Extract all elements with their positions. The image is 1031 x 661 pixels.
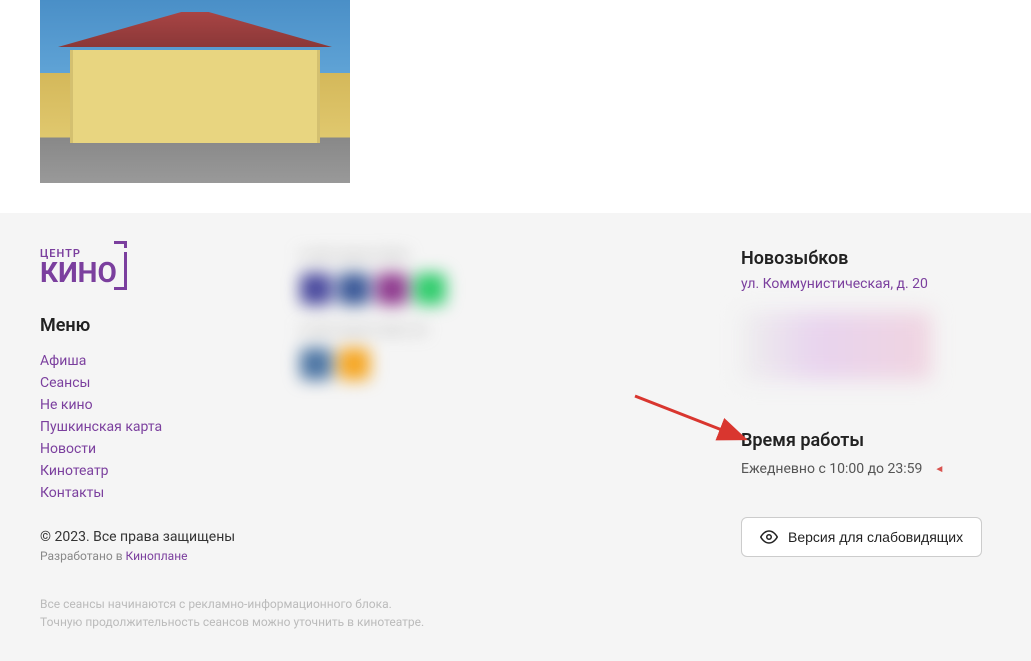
eye-icon [760, 528, 778, 546]
menu-item-seances[interactable]: Сеансы [40, 375, 90, 391]
annotation-mark-icon: ◄ [934, 464, 944, 475]
logo-main-text: КИНО [40, 259, 117, 287]
cinema-building-image [40, 0, 350, 183]
blurred-contact [741, 312, 931, 380]
blurred-social-2: Lorem ipsum dolor sit [300, 323, 560, 380]
hours-title: Время работы [741, 430, 991, 451]
city-name: Новозыбков [741, 248, 991, 269]
address-link[interactable]: ул. Коммунистическая, д. 20 [741, 276, 928, 292]
menu-item-cinema[interactable]: Кинотеатр [40, 463, 109, 479]
footer: ЦЕНТР КИНО Меню Афиша Сеансы Не кино Пуш… [0, 213, 1031, 661]
logo[interactable]: ЦЕНТР КИНО [40, 248, 260, 287]
hours-text: Ежедневно с 10:00 до 23:59 [741, 461, 922, 477]
menu-item-notcinema[interactable]: Не кино [40, 397, 93, 413]
menu-item-contacts[interactable]: Контакты [40, 485, 104, 501]
dev-link[interactable]: Киноплане [126, 549, 188, 563]
accessibility-label: Версия для слабовидящих [788, 529, 963, 545]
disclaimer-line1: Все сеансы начинаются с рекламно-информа… [40, 595, 991, 613]
menu-list: Афиша Сеансы Не кино Пушкинская карта Но… [40, 350, 260, 501]
copyright: © 2023. Все права защищены [40, 529, 260, 545]
blurred-social-1: Lorem ipsum dolor [300, 248, 560, 305]
menu-title: Меню [40, 315, 260, 336]
top-section [0, 0, 1031, 213]
menu-item-afisha[interactable]: Афиша [40, 353, 86, 369]
developed-by: Разработано в Киноплане [40, 549, 260, 563]
menu-item-news[interactable]: Новости [40, 441, 96, 457]
accessibility-button[interactable]: Версия для слабовидящих [741, 517, 982, 557]
disclaimer-line2: Точную продолжительность сеансов можно у… [40, 613, 991, 631]
disclaimer: Все сеансы начинаются с рекламно-информа… [40, 595, 991, 631]
dev-prefix: Разработано в [40, 549, 126, 563]
menu-item-pushkin[interactable]: Пушкинская карта [40, 419, 162, 435]
